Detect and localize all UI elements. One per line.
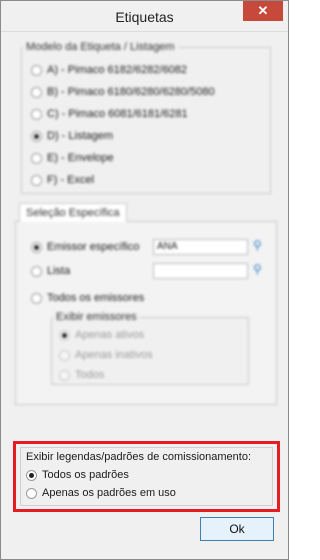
radio-button[interactable] xyxy=(59,369,70,381)
legend-group-title: Exibir legendas/padrões de comissionamen… xyxy=(26,451,252,463)
show-emitters-title: Exibir emissores xyxy=(53,311,140,323)
option-label: Emissor específico xyxy=(47,241,140,253)
title-bar: Etiquetas ✕ xyxy=(1,1,288,32)
model-option-d[interactable]: D) - Listagem xyxy=(31,128,113,144)
all-emitters-option[interactable]: Todos os emissores xyxy=(31,290,144,306)
radio-button[interactable] xyxy=(31,265,42,277)
etiquetas-dialog: Etiquetas ✕ Modelo da Etiqueta / Listage… xyxy=(0,0,289,560)
close-icon: ✕ xyxy=(257,3,269,18)
close-button[interactable]: ✕ xyxy=(243,1,283,21)
ok-button[interactable]: Ok xyxy=(200,517,274,541)
radio-button-selected[interactable] xyxy=(31,241,42,253)
legend-highlight-box: Exibir legendas/padrões de comissionamen… xyxy=(13,441,280,512)
search-add-icon[interactable]: ⚲ xyxy=(253,238,267,252)
model-option-c[interactable]: C) - Pimaco 6081/6181/6281 xyxy=(31,106,188,122)
emitter-specific-option[interactable]: Emissor específico xyxy=(31,239,139,255)
legend-group: Exibir legendas/padrões de comissionamen… xyxy=(20,447,273,506)
option-label: Apenas ativos xyxy=(75,329,145,341)
model-option-e[interactable]: E) - Envelope xyxy=(31,150,114,166)
radio-button[interactable] xyxy=(31,86,42,98)
legend-option-in-use[interactable]: Apenas os padrões em uso xyxy=(26,485,176,501)
show-active-option[interactable]: Apenas ativos xyxy=(59,327,144,343)
model-group-title: Modelo da Etiqueta / Listagem xyxy=(23,41,178,53)
tab-selecao-especifica[interactable]: Seleção Específica xyxy=(19,203,127,222)
radio-button[interactable] xyxy=(31,152,42,164)
option-label: A) - Pimaco 6182/6282/6082 xyxy=(47,64,188,76)
radio-button[interactable] xyxy=(59,349,70,361)
option-label: D) - Listagem xyxy=(47,130,114,142)
option-label: Todos os emissores xyxy=(47,292,145,304)
model-option-f[interactable]: F) - Excel xyxy=(31,172,94,188)
list-option[interactable]: Lista xyxy=(31,263,70,279)
option-label: Apenas os padrões em uso xyxy=(42,487,176,499)
option-label: Apenas inativos xyxy=(75,349,153,361)
radio-button-selected[interactable] xyxy=(31,130,42,142)
option-label: Lista xyxy=(47,265,71,277)
option-label: B) - Pimaco 6180/6280/6280/5080 xyxy=(47,86,215,98)
option-label: F) - Excel xyxy=(47,174,95,186)
radio-button[interactable] xyxy=(31,174,42,186)
show-all-option[interactable]: Todos xyxy=(59,367,104,383)
radio-button-selected[interactable] xyxy=(59,329,70,341)
option-label: Todos xyxy=(75,369,105,381)
model-option-a[interactable]: A) - Pimaco 6182/6282/6082 xyxy=(31,62,187,78)
list-field[interactable] xyxy=(153,263,248,279)
radio-button[interactable] xyxy=(26,487,37,499)
legend-option-all[interactable]: Todos os padrões xyxy=(26,467,129,483)
radio-button[interactable] xyxy=(31,108,42,120)
model-option-b[interactable]: B) - Pimaco 6180/6280/6280/5080 xyxy=(31,84,215,100)
emitter-field[interactable]: ANA xyxy=(153,239,248,255)
option-label: C) - Pimaco 6081/6181/6281 xyxy=(47,108,188,120)
option-label: Todos os padrões xyxy=(42,469,129,481)
option-label: E) - Envelope xyxy=(47,152,114,164)
show-inactive-option[interactable]: Apenas inativos xyxy=(59,347,153,363)
radio-button[interactable] xyxy=(31,64,42,76)
radio-button[interactable] xyxy=(31,292,42,304)
search-add-icon[interactable]: ⚲ xyxy=(253,262,267,276)
radio-button-selected[interactable] xyxy=(26,469,37,481)
